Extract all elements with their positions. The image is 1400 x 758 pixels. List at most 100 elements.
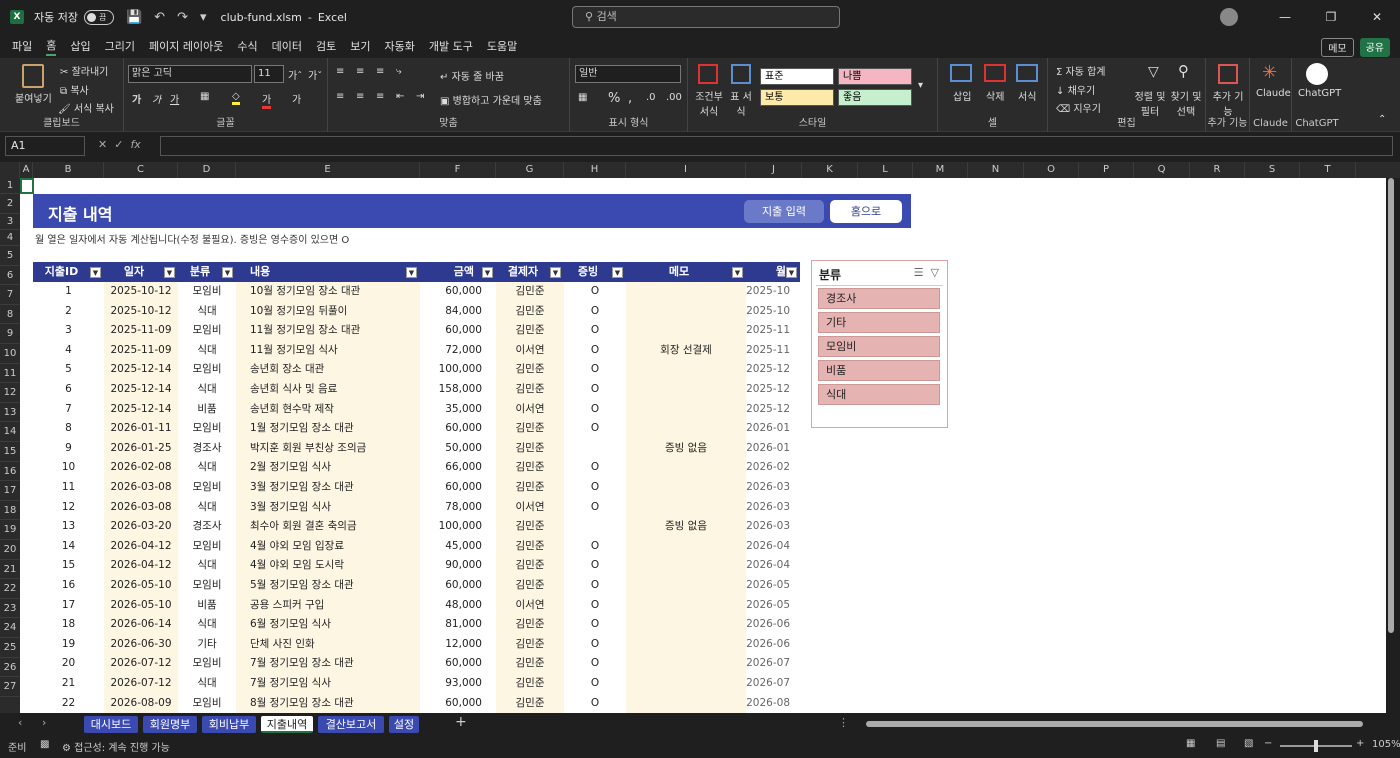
chatgpt-icon[interactable]	[1306, 63, 1328, 85]
table-cell[interactable]: O	[564, 556, 626, 576]
filter-dropdown-icon[interactable]: ▼	[612, 267, 623, 278]
table-row[interactable]: 5 2025-12-14 모임비 송년회 장소 대관 100,000 김민준 O 2025-1…	[33, 360, 800, 380]
column-header[interactable]: J	[746, 162, 802, 178]
table-cell[interactable]: 김민준	[496, 654, 564, 674]
table-cell[interactable]	[626, 595, 746, 616]
table-cell[interactable]: 김민준	[496, 517, 564, 537]
table-row[interactable]: 8 2026-01-11 모임비 1월 정기모임 장소 대관 60,000 김민준 O 202…	[33, 419, 800, 439]
column-header[interactable]: C	[104, 162, 178, 178]
filter-dropdown-icon[interactable]: ▼	[406, 267, 417, 278]
table-cell[interactable]: 비품	[178, 595, 236, 616]
table-cell[interactable]: 78,000	[420, 497, 496, 518]
column-header[interactable]: Q	[1134, 162, 1190, 178]
table-cell[interactable]: 식대	[178, 380, 236, 400]
prev-sheet-icon[interactable]: ‹	[18, 716, 22, 729]
table-cell[interactable]: 2	[33, 301, 104, 322]
table-cell[interactable]: 2026-05	[746, 595, 800, 616]
table-row[interactable]: 3 2025-11-09 모임비 11월 정기모임 장소 대관 60,000 김민준 O 20…	[33, 321, 800, 341]
table-cell[interactable]	[626, 654, 746, 674]
table-cell[interactable]: 김민준	[496, 458, 564, 478]
table-row[interactable]: 18 2026-06-14 식대 6월 정기모임 식사 81,000 김민준 O 2026-0…	[33, 615, 800, 635]
vertical-scrollbar[interactable]	[1388, 178, 1394, 633]
table-cell[interactable]: 3월 정기모임 장소 대관	[236, 478, 420, 498]
table-cell[interactable]: O	[564, 536, 626, 557]
table-cell[interactable]: 김민준	[496, 576, 564, 596]
table-cell[interactable]: O	[564, 693, 626, 713]
table-cell[interactable]	[626, 674, 746, 694]
table-cell[interactable]: 김민준	[496, 615, 564, 635]
table-cell[interactable]: 2025-12-14	[104, 399, 178, 420]
number-format-select[interactable]: 일반	[575, 65, 681, 83]
table-cell[interactable]: 2026-05-10	[104, 576, 178, 596]
table-cell[interactable]: 7월 정기모임 식사	[236, 674, 420, 694]
table-cell[interactable]: 김민준	[496, 556, 564, 576]
table-cell[interactable]: 20	[33, 654, 104, 674]
row-header[interactable]: 2	[0, 194, 20, 214]
align-middle-icon[interactable]: ≡	[356, 66, 364, 77]
table-row[interactable]: 1 2025-10-12 모임비 10월 정기모임 장소 대관 60,000 김민준 O 20…	[33, 282, 800, 302]
row-header[interactable]: 21	[0, 560, 20, 580]
table-row[interactable]: 4 2025-11-09 식대 11월 정기모임 식사 72,000 이서연 O 회장 선결제…	[33, 340, 800, 361]
table-cell[interactable]: 2026-08	[746, 693, 800, 713]
zoom-slider-thumb[interactable]	[1314, 740, 1318, 752]
table-cell[interactable]: 2026-06-30	[104, 634, 178, 655]
chatgpt-button[interactable]: ChatGPT	[1298, 88, 1341, 99]
table-cell[interactable]: 8	[33, 419, 104, 439]
table-cell[interactable]: 2026-02	[746, 458, 800, 478]
delete-cells-icon[interactable]	[984, 64, 1006, 82]
column-header[interactable]: D	[178, 162, 236, 178]
page-layout-view-icon[interactable]: ▤	[1216, 738, 1225, 749]
table-cell[interactable]: 회장 선결제	[626, 340, 746, 361]
table-cell[interactable]: 18	[33, 615, 104, 635]
row-header[interactable]: 4	[0, 230, 20, 246]
table-cell[interactable]: 박지훈 회원 부친상 조의금	[236, 438, 420, 459]
ribbon-tab[interactable]: 홈	[46, 37, 57, 56]
table-cell[interactable]: 4	[33, 340, 104, 361]
home-button[interactable]: 홈으로	[830, 200, 902, 223]
table-cell[interactable]: 60,000	[420, 282, 496, 302]
table-cell[interactable]: 2026-03-20	[104, 517, 178, 537]
row-header[interactable]: 1	[0, 178, 20, 194]
table-cell[interactable]: 모임비	[178, 419, 236, 439]
table-cell[interactable]: 2026-08-09	[104, 693, 178, 713]
filter-dropdown-icon[interactable]: ▼	[732, 267, 743, 278]
table-cell[interactable]: 2026-01	[746, 438, 800, 459]
percent-icon[interactable]: %	[608, 91, 620, 106]
table-cell[interactable]: 84,000	[420, 301, 496, 322]
column-header[interactable]: B	[33, 162, 104, 178]
add-sheet-icon[interactable]: +	[455, 714, 467, 730]
table-cell[interactable]: O	[564, 321, 626, 341]
table-cell[interactable]	[626, 478, 746, 498]
table-cell[interactable]	[626, 301, 746, 322]
table-cell[interactable]: 송년회 현수막 제작	[236, 399, 420, 420]
accounting-format-icon[interactable]: ▦	[578, 92, 587, 103]
accessibility-status[interactable]: ⚙ 접근성: 계속 진행 가능	[62, 739, 170, 754]
formula-input[interactable]	[160, 136, 1393, 156]
claude-button[interactable]: Claude	[1256, 88, 1291, 99]
table-cell[interactable]: 2025-11	[746, 321, 800, 341]
table-cell[interactable]	[626, 380, 746, 400]
row-header[interactable]: 20	[0, 540, 20, 560]
table-cell[interactable]: 60,000	[420, 654, 496, 674]
table-row[interactable]: 21 2026-07-12 식대 7월 정기모임 식사 93,000 김민준 O 2026-0…	[33, 674, 800, 694]
insert-function-icon[interactable]: fx	[130, 138, 140, 151]
style-normal[interactable]: 표준	[760, 68, 834, 85]
sheet-tab[interactable]: 결산보고서	[318, 716, 384, 733]
column-header[interactable]: R	[1190, 162, 1245, 178]
ribbon-tab[interactable]: 개발 도구	[429, 38, 473, 54]
minimize-icon[interactable]: —	[1262, 10, 1308, 24]
selected-cell-a1[interactable]	[20, 178, 34, 194]
maximize-icon[interactable]: ❐	[1308, 10, 1354, 24]
row-header[interactable]: 10	[0, 344, 20, 364]
table-cell[interactable]: 10	[33, 458, 104, 478]
table-cell[interactable]: 35,000	[420, 399, 496, 420]
table-cell[interactable]: 2026-07	[746, 674, 800, 694]
table-cell[interactable]: 공용 스피커 구입	[236, 595, 420, 616]
slicer-item[interactable]: 비품	[818, 360, 940, 381]
table-cell[interactable]: 2026-06	[746, 615, 800, 635]
table-cell[interactable]: 11월 정기모임 식사	[236, 340, 420, 361]
table-cell[interactable]: 모임비	[178, 282, 236, 302]
slicer-item[interactable]: 경조사	[818, 288, 940, 309]
table-cell[interactable]: 2026-01-25	[104, 438, 178, 459]
table-row[interactable]: 9 2026-01-25 경조사 박지훈 회원 부친상 조의금 50,000 김민준 증빙 …	[33, 438, 800, 459]
